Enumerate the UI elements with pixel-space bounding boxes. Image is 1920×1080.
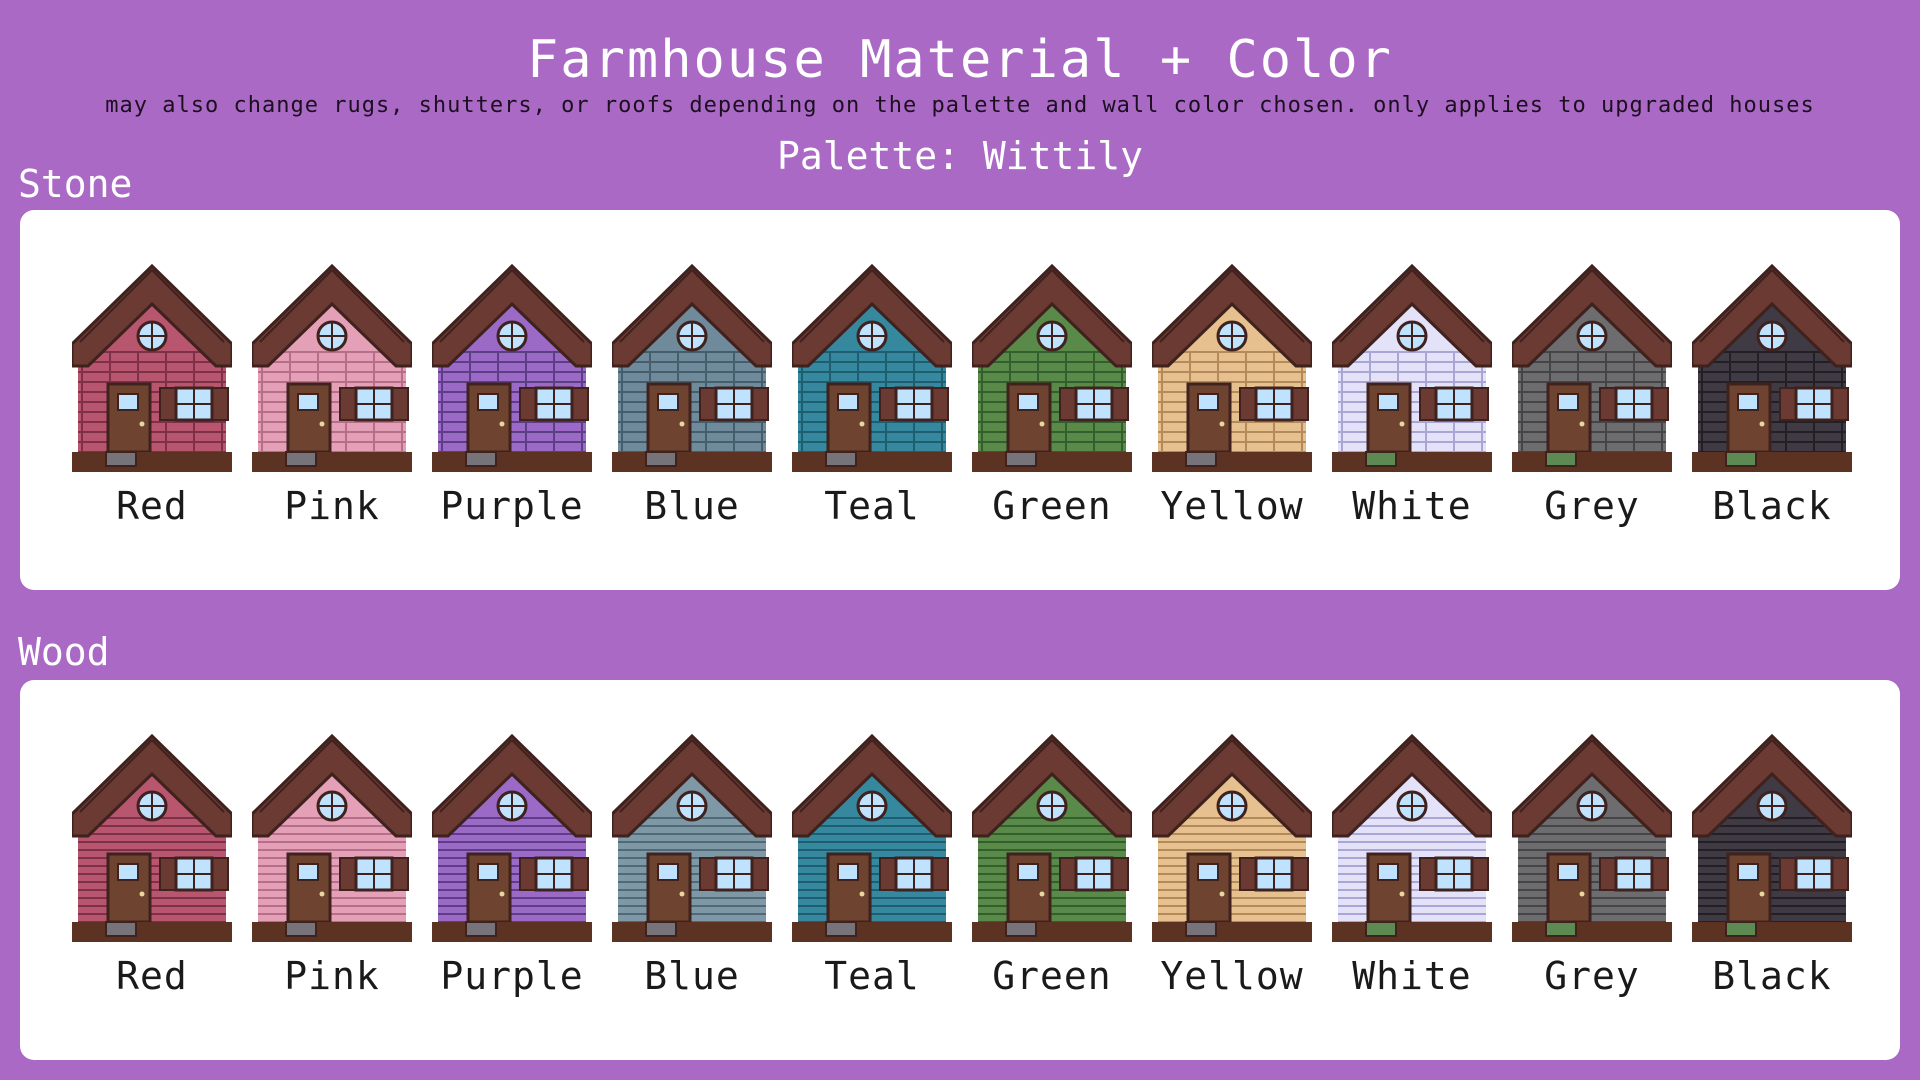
house-label: Grey: [1544, 954, 1640, 998]
page-subtitle: may also change rugs, shutters, or roofs…: [105, 93, 1815, 118]
house-tile-black: Black: [1692, 256, 1852, 546]
house-label: Purple: [440, 484, 584, 528]
house-tile-purple: Purple: [432, 256, 592, 546]
house-icon: [252, 256, 412, 472]
house-label: White: [1352, 484, 1472, 528]
house-tile-pink: Pink: [252, 256, 412, 546]
house-label: Pink: [284, 484, 380, 528]
house-tile-white: White: [1332, 256, 1492, 546]
house-tile-teal: Teal: [792, 256, 952, 546]
house-row-wood: Red Pink Purple Blue Teal Green Yellow W…: [72, 726, 1872, 1026]
house-label: Green: [992, 484, 1112, 528]
house-label: Yellow: [1160, 484, 1304, 528]
house-tile-purple: Purple: [432, 726, 592, 1016]
house-icon: [1512, 726, 1672, 942]
section-label-stone: Stone: [18, 162, 133, 206]
house-tile-grey: Grey: [1512, 726, 1672, 1016]
house-label: Yellow: [1160, 954, 1304, 998]
house-tile-white: White: [1332, 726, 1492, 1016]
house-label: Pink: [284, 954, 380, 998]
house-row-stone: Red Pink Purple Blue Teal Green Yellow W…: [72, 256, 1872, 556]
house-icon: [792, 256, 952, 472]
house-label: Teal: [824, 954, 920, 998]
house-icon: [432, 256, 592, 472]
house-icon: [792, 726, 952, 942]
house-icon: [1512, 256, 1672, 472]
house-icon: [972, 256, 1132, 472]
house-tile-yellow: Yellow: [1152, 726, 1312, 1016]
section-label-wood: Wood: [18, 630, 110, 674]
house-tile-red: Red: [72, 726, 232, 1016]
house-icon: [612, 256, 772, 472]
house-tile-red: Red: [72, 256, 232, 546]
page-title: Farmhouse Material + Color: [527, 30, 1393, 90]
house-icon: [432, 726, 592, 942]
house-icon: [972, 726, 1132, 942]
house-label: Teal: [824, 484, 920, 528]
house-tile-green: Green: [972, 726, 1132, 1016]
house-tile-black: Black: [1692, 726, 1852, 1016]
house-icon: [72, 256, 232, 472]
house-label: Grey: [1544, 484, 1640, 528]
house-icon: [1152, 256, 1312, 472]
house-icon: [1332, 256, 1492, 472]
panel-stone: Red Pink Purple Blue Teal Green Yellow W…: [20, 210, 1900, 590]
panel-wood: Red Pink Purple Blue Teal Green Yellow W…: [20, 680, 1900, 1060]
house-tile-pink: Pink: [252, 726, 412, 1016]
house-label: Black: [1712, 954, 1832, 998]
house-label: Red: [116, 484, 188, 528]
house-tile-blue: Blue: [612, 256, 772, 546]
house-tile-grey: Grey: [1512, 256, 1672, 546]
house-tile-teal: Teal: [792, 726, 952, 1016]
house-icon: [1152, 726, 1312, 942]
house-tile-green: Green: [972, 256, 1132, 546]
house-label: White: [1352, 954, 1472, 998]
house-label: Blue: [644, 954, 740, 998]
house-tile-blue: Blue: [612, 726, 772, 1016]
house-icon: [72, 726, 232, 942]
house-icon: [1692, 726, 1852, 942]
house-icon: [252, 726, 412, 942]
house-tile-yellow: Yellow: [1152, 256, 1312, 546]
house-label: Blue: [644, 484, 740, 528]
house-label: Red: [116, 954, 188, 998]
house-label: Green: [992, 954, 1112, 998]
house-icon: [612, 726, 772, 942]
house-label: Purple: [440, 954, 584, 998]
house-icon: [1692, 256, 1852, 472]
house-icon: [1332, 726, 1492, 942]
palette-label: Palette: Wittily: [776, 134, 1144, 178]
house-label: Black: [1712, 484, 1832, 528]
